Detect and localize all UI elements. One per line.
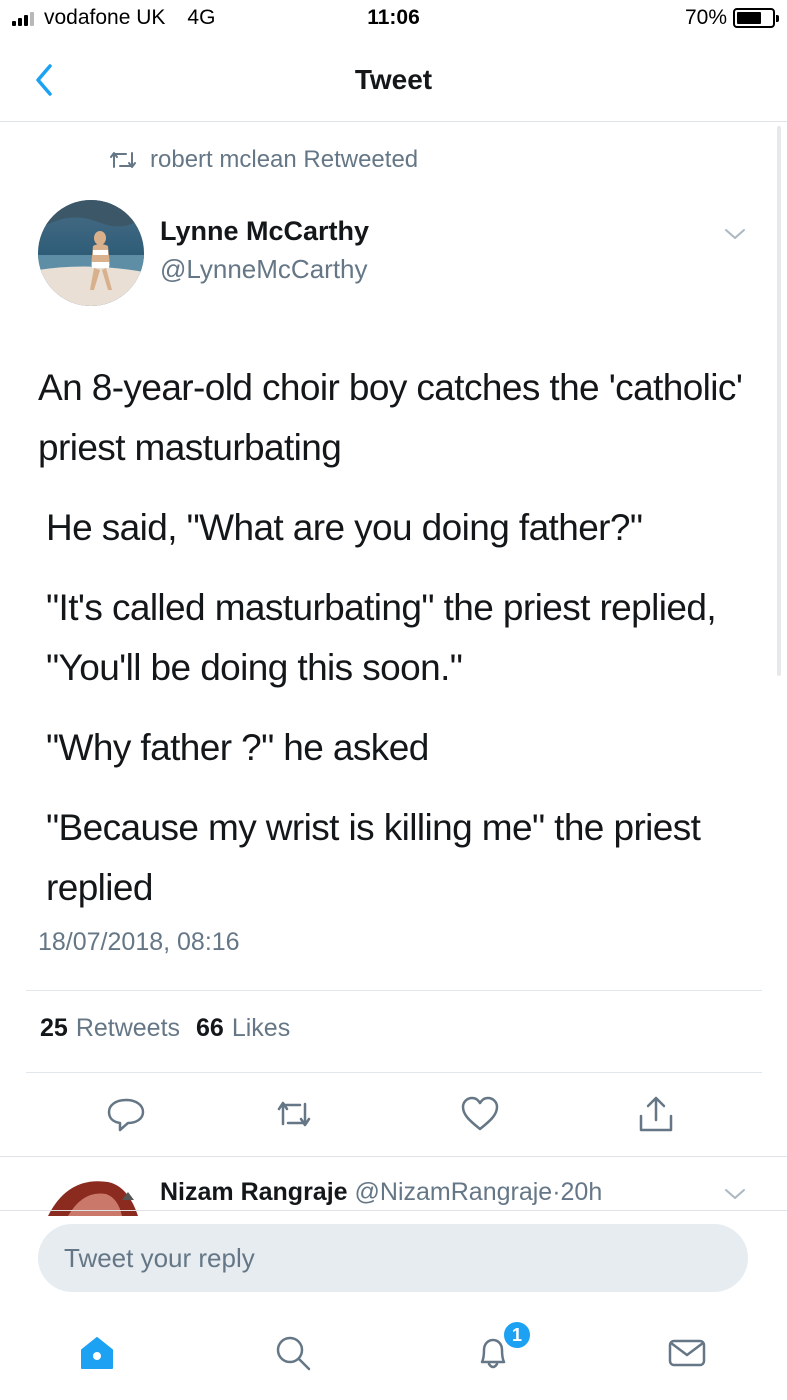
- author-name[interactable]: Lynne McCarthy: [160, 216, 369, 247]
- tweet-paragraph: "Because my wrist is killing me" the pri…: [46, 807, 701, 908]
- tweet-timestamp: 18/07/2018, 08:16: [38, 928, 240, 956]
- divider: [26, 990, 762, 991]
- retweet-icon: [277, 1101, 311, 1127]
- scroll-indicator[interactable]: [777, 126, 781, 676]
- tab-messages[interactable]: [664, 1330, 710, 1376]
- messages-icon: [668, 1339, 706, 1367]
- share-icon: [639, 1096, 673, 1132]
- reply-time: 20h: [560, 1178, 603, 1206]
- retweets-stat[interactable]: 25 Retweets: [40, 1014, 180, 1043]
- chevron-down-icon: [725, 1189, 745, 1199]
- reply-input-placeholder: Tweet your reply: [64, 1242, 255, 1273]
- divider: [26, 1072, 762, 1073]
- like-button[interactable]: [458, 1092, 502, 1136]
- reply-options-button[interactable]: [723, 1186, 747, 1207]
- tweet-paragraph: "Why father ?" he asked: [46, 727, 429, 768]
- chevron-down-icon: [725, 229, 745, 239]
- status-time: 11:06: [367, 6, 420, 29]
- battery-icon: [733, 8, 779, 28]
- retweet-button[interactable]: [272, 1092, 316, 1136]
- tweet-paragraph: An 8-year-old choir boy catches the 'cat…: [38, 367, 743, 468]
- likes-count: 66: [196, 1014, 224, 1042]
- divider: [0, 1156, 787, 1157]
- retweeted-by-text: robert mclean Retweeted: [150, 146, 419, 173]
- status-right: 70%: [684, 6, 779, 30]
- tweet-actions: [0, 1092, 787, 1142]
- nav-bar: Tweet: [0, 40, 787, 122]
- retweet-icon: [110, 152, 136, 168]
- reply-author-handle: @NizamRangraje: [354, 1178, 553, 1206]
- tweet-paragraph: "It's called masturbating" the priest re…: [46, 587, 717, 688]
- battery-percentage: 70%: [684, 6, 727, 29]
- tab-home[interactable]: [74, 1330, 120, 1376]
- author-handle[interactable]: @LynneMcCarthy: [160, 254, 368, 285]
- tweet-stats: 25 Retweets 66 Likes: [40, 1014, 306, 1043]
- tweet-text: An 8-year-old choir boy catches the 'cat…: [38, 358, 758, 938]
- battery-fill: [737, 12, 761, 24]
- reply-separator: ·: [552, 1178, 561, 1206]
- notification-badge: 1: [502, 1320, 532, 1350]
- divider: [0, 1210, 787, 1211]
- reply-author-name: Nizam Rangraje: [160, 1178, 348, 1206]
- status-bar: vodafone UK 4G 11:06 70%: [0, 0, 787, 40]
- likes-stat[interactable]: 66 Likes: [196, 1014, 290, 1043]
- retweets-label: Retweets: [75, 1014, 181, 1042]
- tab-bar: [0, 1308, 787, 1400]
- tab-search[interactable]: [270, 1330, 316, 1376]
- search-icon: [276, 1336, 311, 1371]
- retweeted-by-header[interactable]: robert mclean Retweeted: [108, 146, 418, 174]
- reply-author[interactable]: Nizam Rangraje @NizamRangraje·20h: [160, 1178, 602, 1207]
- reply-icon: [107, 1098, 145, 1132]
- reply-button[interactable]: [104, 1092, 148, 1136]
- reply-input[interactable]: Tweet your reply: [38, 1224, 748, 1292]
- author-avatar[interactable]: [38, 200, 144, 306]
- retweets-count: 25: [40, 1014, 68, 1042]
- tweet-options-button[interactable]: [723, 226, 747, 247]
- like-icon: [461, 1096, 499, 1131]
- share-button[interactable]: [634, 1092, 678, 1136]
- tweet-paragraph: He said, "What are you doing father?": [46, 507, 643, 548]
- home-icon: [81, 1337, 113, 1369]
- page-title: Tweet: [354, 64, 433, 95]
- likes-label: Likes: [231, 1014, 291, 1042]
